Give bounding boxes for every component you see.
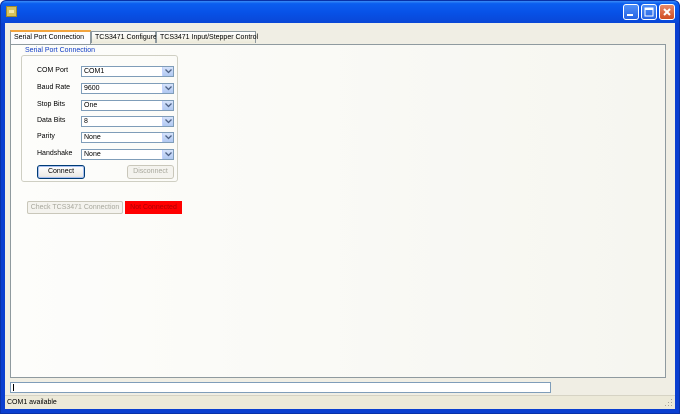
chevron-down-icon	[165, 103, 172, 108]
parity-value: None	[84, 134, 101, 141]
parity-select[interactable]: None	[81, 132, 174, 143]
resize-grip-icon[interactable]	[665, 399, 673, 407]
baud-rate-label: Baud Rate	[37, 84, 71, 91]
parity-label: Parity	[37, 133, 55, 140]
data-bits-select[interactable]: 8	[81, 116, 174, 127]
tab-tcs3471-input-stepper[interactable]: TCS3471 Input/Stepper Control	[156, 31, 258, 43]
data-bits-value: 8	[84, 118, 88, 125]
connection-status-indicator: Not Connected	[125, 201, 182, 214]
disconnect-button[interactable]: Disconnect	[127, 165, 174, 179]
client-area: Serial Port Connection TCS3471 Configure…	[5, 23, 675, 409]
handshake-value: None	[84, 151, 101, 158]
text-caret	[13, 384, 14, 391]
groupbox-title: Serial Port Connection	[24, 47, 97, 54]
stop-bits-value: One	[84, 102, 98, 109]
stop-bits-select[interactable]: One	[81, 100, 174, 111]
close-icon	[663, 8, 671, 16]
baud-rate-select[interactable]: 9600	[81, 83, 174, 94]
chevron-down-icon	[165, 135, 172, 140]
minimize-icon	[627, 14, 633, 16]
title-bar[interactable]	[1, 1, 679, 23]
dropdown-arrow[interactable]	[162, 101, 173, 110]
handshake-select[interactable]: None	[81, 149, 174, 160]
dropdown-arrow[interactable]	[162, 150, 173, 159]
status-bar: COM1 available	[5, 395, 675, 409]
chevron-down-icon	[165, 119, 172, 124]
status-text: COM1 available	[7, 399, 57, 406]
stop-bits-label: Stop Bits	[37, 101, 66, 108]
com-port-label: COM Port	[37, 67, 69, 74]
check-tcs3471-connection-button[interactable]: Check TCS3471 Connection	[27, 201, 123, 214]
command-input[interactable]	[10, 382, 551, 393]
chevron-down-icon	[165, 69, 172, 74]
chevron-down-icon	[165, 86, 172, 91]
chevron-down-icon	[165, 152, 172, 157]
minimize-button[interactable]	[623, 4, 639, 20]
com-port-select[interactable]: COM1	[81, 66, 174, 77]
baud-rate-value: 9600	[84, 85, 100, 92]
maximize-icon	[644, 7, 654, 17]
tab-tcs3471-configure[interactable]: TCS3471 Configure	[91, 31, 157, 43]
data-bits-label: Data Bits	[37, 117, 66, 124]
dropdown-arrow[interactable]	[162, 133, 173, 142]
maximize-button[interactable]	[641, 4, 657, 20]
connect-button[interactable]: Connect	[37, 165, 85, 179]
com-port-value: COM1	[84, 68, 105, 75]
tab-serial-port-connection[interactable]: Serial Port Connection	[10, 30, 91, 44]
app-icon[interactable]	[6, 6, 17, 17]
app-window: Serial Port Connection TCS3471 Configure…	[0, 0, 680, 414]
handshake-label: Handshake	[37, 150, 73, 157]
dropdown-arrow[interactable]	[162, 117, 173, 126]
dropdown-arrow[interactable]	[162, 67, 173, 76]
dropdown-arrow[interactable]	[162, 84, 173, 93]
close-button[interactable]	[659, 4, 675, 20]
